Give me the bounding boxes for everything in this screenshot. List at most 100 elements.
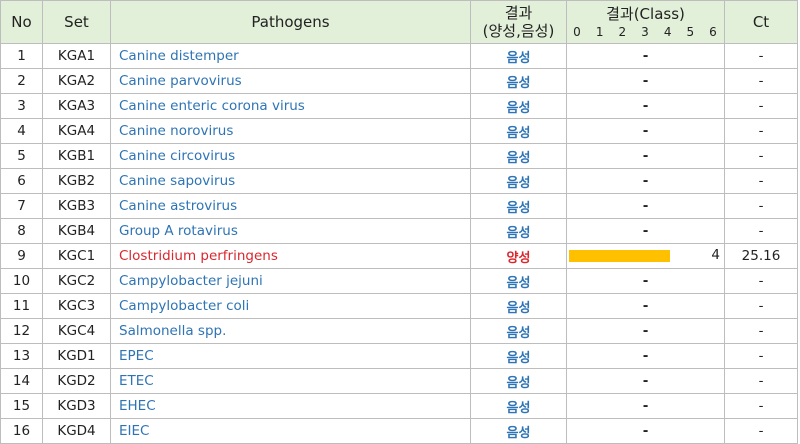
class-tick-label: 1	[595, 25, 604, 39]
row-class: -	[566, 418, 725, 444]
header-result: 결과 (양성,음성)	[470, 0, 567, 44]
row-result: 음성	[470, 418, 567, 444]
header-class-title: 결과(Class)	[606, 5, 685, 23]
row-number: 9	[0, 243, 43, 269]
row-ct: -	[724, 93, 798, 119]
row-result: 음성	[470, 393, 567, 419]
row-class: -	[566, 318, 725, 344]
row-ct: -	[724, 143, 798, 169]
row-set: KGD1	[42, 343, 111, 369]
row-number: 2	[0, 68, 43, 94]
table-row: 3 KGA3 Canine enteric corona virus 음성 - -	[0, 93, 798, 119]
row-pathogen: Canine circovirus	[110, 143, 471, 169]
row-ct: -	[724, 68, 798, 94]
row-class: -	[566, 193, 725, 219]
row-set: KGA2	[42, 68, 111, 94]
class-dash: -	[642, 173, 649, 189]
pathogen-results-table: No Set Pathogens 결과 (양성,음성) 결과(Class) 01…	[0, 0, 798, 444]
row-result: 음성	[470, 93, 567, 119]
row-set: KGD4	[42, 418, 111, 444]
class-dash: -	[642, 123, 649, 139]
row-number: 5	[0, 143, 43, 169]
class-dash: -	[642, 273, 649, 289]
row-class: -	[566, 43, 725, 69]
table-row: 2 KGA2 Canine parvovirus 음성 - -	[0, 68, 798, 94]
row-ct: -	[724, 343, 798, 369]
row-pathogen: Canine sapovirus	[110, 168, 471, 194]
row-pathogen: EIEC	[110, 418, 471, 444]
class-dash: -	[642, 298, 649, 314]
header-row: No Set Pathogens 결과 (양성,음성) 결과(Class) 01…	[0, 0, 798, 44]
row-result: 음성	[470, 368, 567, 394]
row-result: 음성	[470, 193, 567, 219]
header-result-line2: (양성,음성)	[482, 22, 555, 40]
class-scale-ticks: 0123456	[568, 25, 724, 41]
row-result: 음성	[470, 343, 567, 369]
row-result: 음성	[470, 268, 567, 294]
class-dash: -	[642, 423, 649, 439]
class-dash: -	[642, 73, 649, 89]
class-tick-label: 3	[641, 25, 649, 39]
row-result: 음성	[470, 318, 567, 344]
table-row: 15 KGD3 EHEC 음성 - -	[0, 393, 798, 419]
header-result-line1: 결과	[504, 4, 533, 22]
row-number: 3	[0, 93, 43, 119]
row-result: 음성	[470, 43, 567, 69]
row-number: 10	[0, 268, 43, 294]
results-body: 1 KGA1 Canine distemper 음성 - -2 KGA2 Canine par…	[0, 43, 798, 444]
row-class: -	[566, 293, 725, 319]
row-pathogen: Canine parvovirus	[110, 68, 471, 94]
row-ct: 25.16	[724, 243, 798, 269]
table-row: 13 KGD1 EPEC 음성 - -	[0, 343, 798, 369]
row-class: -	[566, 218, 725, 244]
class-tick-label: 2	[618, 25, 627, 39]
table-row: 14 KGD2 ETEC 음성 - -	[0, 368, 798, 394]
class-dash: -	[642, 223, 649, 239]
row-pathogen: Canine distemper	[110, 43, 471, 69]
row-pathogen: Salmonella spp.	[110, 318, 471, 344]
row-class: -	[566, 168, 725, 194]
class-dash: -	[642, 323, 649, 339]
class-value-label: 4	[711, 247, 720, 263]
row-pathogen: Canine norovirus	[110, 118, 471, 144]
row-number: 13	[0, 343, 43, 369]
row-ct: -	[724, 418, 798, 444]
table-row: 10 KGC2 Campylobacter jejuni 음성 - -	[0, 268, 798, 294]
row-result: 음성	[470, 168, 567, 194]
class-tick-label: 6	[709, 25, 717, 39]
row-pathogen: Group A rotavirus	[110, 218, 471, 244]
row-class: -	[566, 118, 725, 144]
header-ct: Ct	[724, 0, 798, 44]
row-number: 7	[0, 193, 43, 219]
table-row: 5 KGB1 Canine circovirus 음성 - -	[0, 143, 798, 169]
row-number: 11	[0, 293, 43, 319]
table-row: 12 KGC4 Salmonella spp. 음성 - -	[0, 318, 798, 344]
class-dash: -	[642, 198, 649, 214]
row-ct: -	[724, 293, 798, 319]
class-tick-label: 0	[573, 25, 581, 39]
row-set: KGA4	[42, 118, 111, 144]
row-ct: -	[724, 393, 798, 419]
row-set: KGB3	[42, 193, 111, 219]
table-row: 16 KGD4 EIEC 음성 - -	[0, 418, 798, 444]
row-pathogen: EHEC	[110, 393, 471, 419]
row-number: 15	[0, 393, 43, 419]
row-number: 14	[0, 368, 43, 394]
row-ct: -	[724, 193, 798, 219]
class-dash: -	[642, 373, 649, 389]
results-report: No Set Pathogens 결과 (양성,음성) 결과(Class) 01…	[0, 0, 800, 444]
header-no: No	[0, 0, 43, 44]
row-number: 16	[0, 418, 43, 444]
row-result: 음성	[470, 118, 567, 144]
class-dash: -	[642, 398, 649, 414]
row-pathogen: ETEC	[110, 368, 471, 394]
row-result: 음성	[470, 218, 567, 244]
row-ct: -	[724, 318, 798, 344]
class-tick-label: 4	[663, 25, 672, 39]
row-number: 4	[0, 118, 43, 144]
row-class: -	[566, 393, 725, 419]
row-number: 8	[0, 218, 43, 244]
row-class: 4	[566, 243, 725, 269]
class-dash: -	[642, 48, 649, 64]
row-pathogen: Canine enteric corona virus	[110, 93, 471, 119]
